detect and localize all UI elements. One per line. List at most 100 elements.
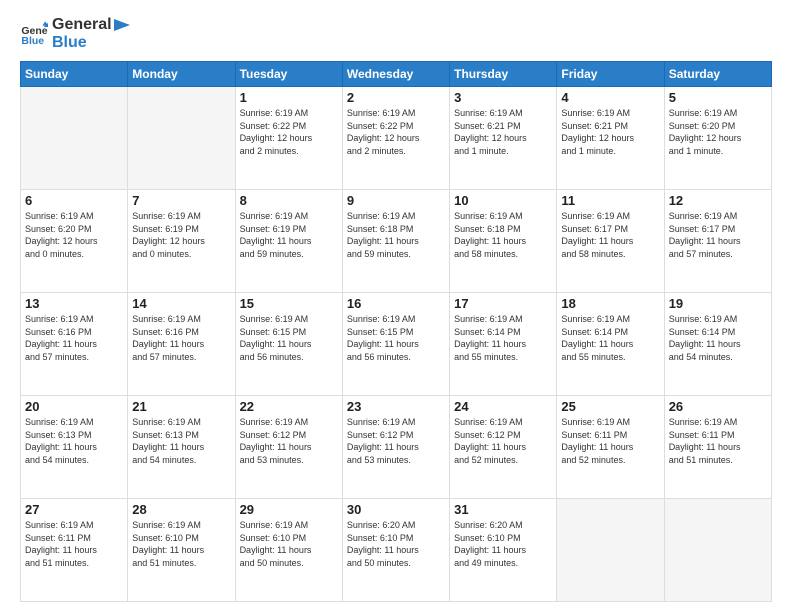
day-number: 15 [240,296,338,311]
weekday-header-sunday: Sunday [21,62,128,87]
day-number: 18 [561,296,659,311]
calendar-header-row: SundayMondayTuesdayWednesdayThursdayFrid… [21,62,772,87]
calendar-cell: 27 Sunrise: 6:19 AM Sunset: 6:11 PM Dayli… [21,499,128,602]
day-info: Sunrise: 6:19 AM Sunset: 6:10 PM Dayligh… [240,519,338,569]
day-info: Sunrise: 6:19 AM Sunset: 6:16 PM Dayligh… [132,313,230,363]
page-header: General Blue General Blue [20,16,772,51]
day-number: 30 [347,502,445,517]
calendar-cell: 1Sunrise: 6:19 AM Sunset: 6:22 PM Daylig… [235,87,342,190]
day-number: 10 [454,193,552,208]
calendar-table: SundayMondayTuesdayWednesdayThursdayFrid… [20,61,772,602]
day-info: Sunrise: 6:19 AM Sunset: 6:20 PM Dayligh… [669,107,767,157]
week-row-5: 27 Sunrise: 6:19 AM Sunset: 6:11 PM Dayli… [21,499,772,602]
day-number: 19 [669,296,767,311]
weekday-header-tuesday: Tuesday [235,62,342,87]
day-number: 22 [240,399,338,414]
day-number: 8 [240,193,338,208]
day-number: 23 [347,399,445,414]
logo-icon: General Blue [20,20,48,48]
calendar-cell [664,499,771,602]
calendar-cell: 5 Sunrise: 6:19 AM Sunset: 6:20 PM Daylig… [664,87,771,190]
calendar-cell [21,87,128,190]
day-info: Sunrise: 6:19 AM Sunset: 6:11 PM Dayligh… [25,519,123,569]
calendar-cell: 12 Sunrise: 6:19 AM Sunset: 6:17 PM Dayli… [664,190,771,293]
day-number: 24 [454,399,552,414]
day-info: Sunrise: 6:19 AM Sunset: 6:22 PM Dayligh… [240,107,338,157]
calendar-cell: 6Sunrise: 6:19 AM Sunset: 6:20 PM Daylig… [21,190,128,293]
day-number: 4 [561,90,659,105]
day-info: Sunrise: 6:19 AM Sunset: 6:16 PM Dayligh… [25,313,123,363]
day-info: Sunrise: 6:19 AM Sunset: 6:11 PM Dayligh… [669,416,767,466]
calendar-cell: 16 Sunrise: 6:19 AM Sunset: 6:15 PM Dayli… [342,293,449,396]
week-row-2: 6Sunrise: 6:19 AM Sunset: 6:20 PM Daylig… [21,190,772,293]
day-info: Sunrise: 6:19 AM Sunset: 6:15 PM Dayligh… [347,313,445,363]
day-info: Sunrise: 6:19 AM Sunset: 6:17 PM Dayligh… [561,210,659,260]
day-number: 16 [347,296,445,311]
day-info: Sunrise: 6:19 AM Sunset: 6:17 PM Dayligh… [669,210,767,260]
day-number: 7 [132,193,230,208]
weekday-header-friday: Friday [557,62,664,87]
day-info: Sunrise: 6:19 AM Sunset: 6:18 PM Dayligh… [454,210,552,260]
day-info: Sunrise: 6:19 AM Sunset: 6:19 PM Dayligh… [240,210,338,260]
weekday-header-thursday: Thursday [450,62,557,87]
calendar-cell: 2Sunrise: 6:19 AM Sunset: 6:22 PM Daylig… [342,87,449,190]
day-number: 31 [454,502,552,517]
day-number: 17 [454,296,552,311]
day-info: Sunrise: 6:20 AM Sunset: 6:10 PM Dayligh… [454,519,552,569]
weekday-header-saturday: Saturday [664,62,771,87]
calendar-cell: 3Sunrise: 6:19 AM Sunset: 6:21 PM Daylig… [450,87,557,190]
calendar-cell: 19 Sunrise: 6:19 AM Sunset: 6:14 PM Dayli… [664,293,771,396]
day-info: Sunrise: 6:19 AM Sunset: 6:21 PM Dayligh… [561,107,659,157]
calendar-cell: 4 Sunrise: 6:19 AM Sunset: 6:21 PM Daylig… [557,87,664,190]
calendar-cell: 21 Sunrise: 6:19 AM Sunset: 6:13 PM Dayli… [128,396,235,499]
day-info: Sunrise: 6:19 AM Sunset: 6:21 PM Dayligh… [454,107,552,157]
calendar-cell: 17Sunrise: 6:19 AM Sunset: 6:14 PM Dayli… [450,293,557,396]
day-info: Sunrise: 6:19 AM Sunset: 6:13 PM Dayligh… [25,416,123,466]
svg-text:Blue: Blue [21,34,44,46]
calendar-cell: 13Sunrise: 6:19 AM Sunset: 6:16 PM Dayli… [21,293,128,396]
week-row-4: 20 Sunrise: 6:19 AM Sunset: 6:13 PM Dayli… [21,396,772,499]
calendar-cell: 23 Sunrise: 6:19 AM Sunset: 6:12 PM Dayli… [342,396,449,499]
calendar-cell: 7 Sunrise: 6:19 AM Sunset: 6:19 PM Daylig… [128,190,235,293]
day-number: 6 [25,193,123,208]
calendar-cell [557,499,664,602]
day-info: Sunrise: 6:19 AM Sunset: 6:12 PM Dayligh… [454,416,552,466]
day-info: Sunrise: 6:20 AM Sunset: 6:10 PM Dayligh… [347,519,445,569]
weekday-header-wednesday: Wednesday [342,62,449,87]
week-row-1: 1Sunrise: 6:19 AM Sunset: 6:22 PM Daylig… [21,87,772,190]
calendar-cell: 11Sunrise: 6:19 AM Sunset: 6:17 PM Dayli… [557,190,664,293]
day-number: 5 [669,90,767,105]
calendar-cell: 15 Sunrise: 6:19 AM Sunset: 6:15 PM Dayli… [235,293,342,396]
calendar-cell: 20 Sunrise: 6:19 AM Sunset: 6:13 PM Dayli… [21,396,128,499]
day-info: Sunrise: 6:19 AM Sunset: 6:13 PM Dayligh… [132,416,230,466]
calendar-cell [128,87,235,190]
day-info: Sunrise: 6:19 AM Sunset: 6:12 PM Dayligh… [347,416,445,466]
day-number: 21 [132,399,230,414]
day-info: Sunrise: 6:19 AM Sunset: 6:22 PM Dayligh… [347,107,445,157]
logo-general: General [52,16,112,34]
day-info: Sunrise: 6:19 AM Sunset: 6:14 PM Dayligh… [669,313,767,363]
logo: General Blue General Blue [20,16,132,51]
day-number: 29 [240,502,338,517]
calendar-cell: 28Sunrise: 6:19 AM Sunset: 6:10 PM Dayli… [128,499,235,602]
day-number: 28 [132,502,230,517]
day-number: 27 [25,502,123,517]
day-number: 12 [669,193,767,208]
day-info: Sunrise: 6:19 AM Sunset: 6:15 PM Dayligh… [240,313,338,363]
calendar-cell: 18 Sunrise: 6:19 AM Sunset: 6:14 PM Dayli… [557,293,664,396]
day-info: Sunrise: 6:19 AM Sunset: 6:14 PM Dayligh… [561,313,659,363]
day-info: Sunrise: 6:19 AM Sunset: 6:11 PM Dayligh… [561,416,659,466]
calendar-cell: 26Sunrise: 6:19 AM Sunset: 6:11 PM Dayli… [664,396,771,499]
logo-blue: Blue [52,34,112,52]
calendar-cell: 29 Sunrise: 6:19 AM Sunset: 6:10 PM Dayli… [235,499,342,602]
calendar-cell: 24 Sunrise: 6:19 AM Sunset: 6:12 PM Dayli… [450,396,557,499]
calendar-cell: 30 Sunrise: 6:20 AM Sunset: 6:10 PM Dayli… [342,499,449,602]
day-info: Sunrise: 6:19 AM Sunset: 6:19 PM Dayligh… [132,210,230,260]
calendar-cell: 14 Sunrise: 6:19 AM Sunset: 6:16 PM Dayli… [128,293,235,396]
day-number: 20 [25,399,123,414]
calendar-cell: 31 Sunrise: 6:20 AM Sunset: 6:10 PM Dayli… [450,499,557,602]
calendar-cell: 25Sunrise: 6:19 AM Sunset: 6:11 PM Dayli… [557,396,664,499]
weekday-header-monday: Monday [128,62,235,87]
day-number: 14 [132,296,230,311]
calendar-cell: 9Sunrise: 6:19 AM Sunset: 6:18 PM Daylig… [342,190,449,293]
